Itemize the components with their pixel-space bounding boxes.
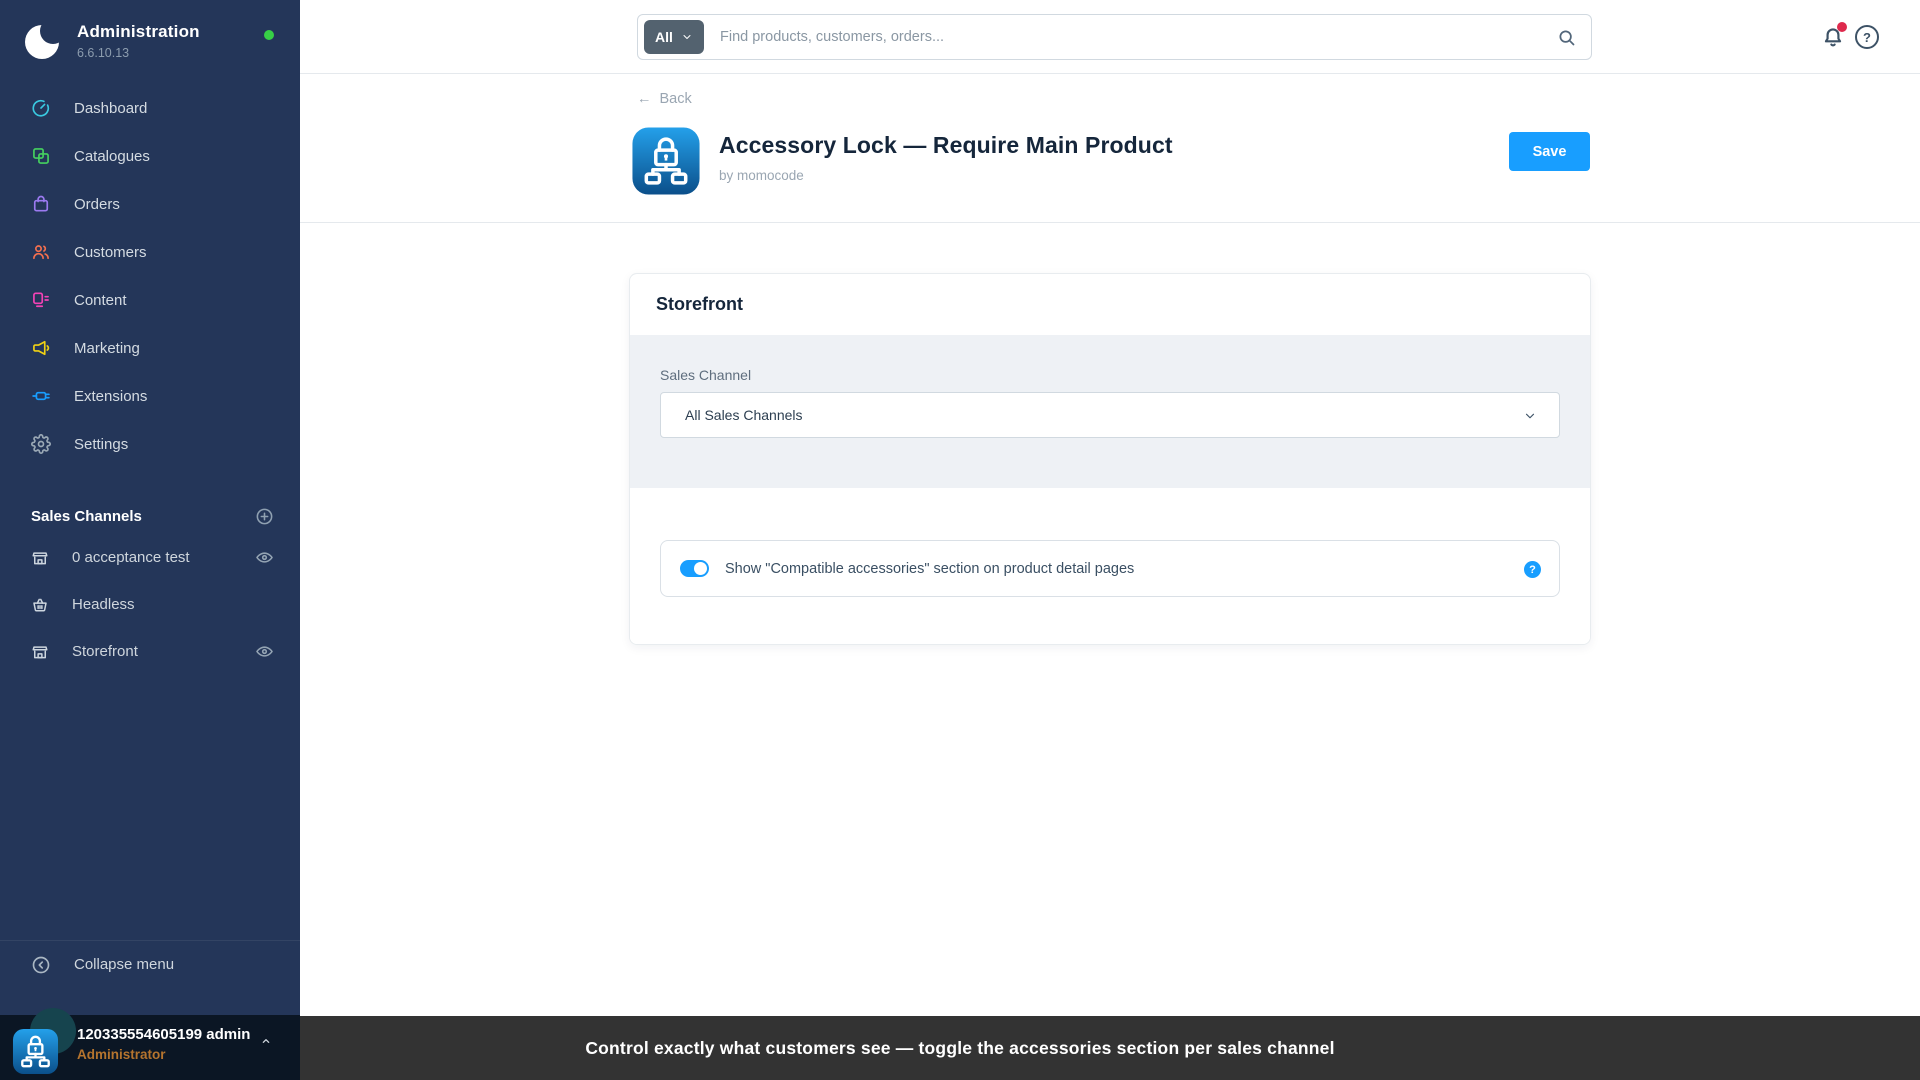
app-version: 6.6.10.13 bbox=[77, 46, 130, 60]
accessory-lock-plugin-icon bbox=[12, 1028, 59, 1075]
add-sales-channel-button[interactable] bbox=[255, 507, 274, 526]
gauge-icon bbox=[31, 98, 51, 118]
sidebar-item-catalogues[interactable]: Catalogues bbox=[0, 132, 300, 180]
sidebar-item-label: Customers bbox=[74, 243, 147, 261]
collapse-menu-button[interactable]: Collapse menu bbox=[0, 940, 300, 988]
card-title: Storefront bbox=[656, 294, 743, 314]
card-header: Storefront bbox=[630, 274, 1590, 335]
toggle-knob bbox=[694, 562, 707, 575]
main-nav: Dashboard Catalogues Orders Customers Co… bbox=[0, 84, 300, 468]
catalogues-icon bbox=[31, 146, 51, 166]
sidebar-item-settings[interactable]: Settings bbox=[0, 420, 300, 468]
megaphone-icon bbox=[31, 338, 51, 358]
storefront-icon bbox=[31, 549, 49, 567]
sidebar-item-marketing[interactable]: Marketing bbox=[0, 324, 300, 372]
chevron-down-icon bbox=[683, 35, 691, 39]
sales-channels-title: Sales Channels bbox=[31, 507, 142, 525]
sidebar-item-orders[interactable]: Orders bbox=[0, 180, 300, 228]
search-icon[interactable] bbox=[1556, 27, 1577, 48]
main-content: Storefront Sales Channel All Sales Chann… bbox=[300, 223, 1920, 1016]
notification-badge bbox=[1837, 22, 1847, 32]
show-accessories-setting: Show "Compatible accessories" section on… bbox=[660, 540, 1560, 597]
channel-label: Storefront bbox=[72, 643, 138, 660]
save-button[interactable]: Save bbox=[1509, 132, 1590, 171]
shopping-bag-icon bbox=[31, 194, 51, 214]
toggle-section: Show "Compatible accessories" section on… bbox=[630, 488, 1590, 644]
sidebar-item-label: Dashboard bbox=[74, 99, 148, 117]
show-accessories-toggle[interactable] bbox=[680, 560, 709, 577]
chevron-down-icon bbox=[1523, 409, 1537, 423]
sidebar-item-extensions[interactable]: Extensions bbox=[0, 372, 300, 420]
notifications-button[interactable] bbox=[1820, 22, 1847, 50]
sidebar-item-label: Catalogues bbox=[74, 147, 150, 165]
sidebar-item-label: Settings bbox=[74, 435, 129, 453]
plugin-author: by momocode bbox=[719, 168, 804, 183]
eye-icon[interactable] bbox=[255, 642, 274, 661]
user-name: 120335554605199 admin ... bbox=[77, 1026, 255, 1043]
sidebar-item-customers[interactable]: Customers bbox=[0, 228, 300, 276]
sales-channel-value: All Sales Channels bbox=[685, 407, 803, 423]
search-scope-dropdown[interactable]: All bbox=[644, 20, 704, 54]
accessory-lock-plugin-icon bbox=[632, 127, 700, 195]
gear-icon bbox=[31, 434, 51, 454]
eye-icon[interactable] bbox=[255, 548, 274, 567]
storefront-icon bbox=[31, 643, 49, 661]
storefront-config-card: Storefront Sales Channel All Sales Chann… bbox=[629, 273, 1591, 645]
channel-label: Headless bbox=[72, 596, 135, 613]
help-bubble-icon[interactable]: ? bbox=[1524, 561, 1541, 578]
arrow-left-icon: ← bbox=[637, 91, 652, 107]
help-button[interactable]: ? bbox=[1855, 25, 1879, 49]
user-role: Administrator bbox=[77, 1047, 166, 1062]
user-menu[interactable]: 120335554605199 admin ... Administrator bbox=[0, 1008, 300, 1080]
sidebar-item-label: Marketing bbox=[74, 339, 140, 357]
search-scope-label: All bbox=[655, 29, 673, 45]
layout-icon bbox=[31, 290, 51, 310]
plug-icon bbox=[31, 386, 51, 406]
sales-channel-label: Sales Channel bbox=[660, 367, 752, 383]
brand[interactable]: Administration 6.6.10.13 bbox=[0, 0, 300, 62]
sidebar-item-dashboard[interactable]: Dashboard bbox=[0, 84, 300, 132]
sidebar-item-content[interactable]: Content bbox=[0, 276, 300, 324]
sidebar-channel-storefront[interactable]: Storefront bbox=[0, 628, 300, 675]
sidebar-item-label: Extensions bbox=[74, 387, 148, 405]
chevron-left-circle-icon bbox=[32, 956, 50, 973]
shopware-logo bbox=[25, 22, 62, 59]
online-status-dot bbox=[264, 30, 274, 40]
search-input[interactable] bbox=[720, 15, 1520, 59]
channel-label: 0 acceptance test bbox=[72, 549, 190, 566]
sidebar-item-label: Content bbox=[74, 291, 127, 309]
sales-channel-select[interactable]: All Sales Channels bbox=[660, 392, 1560, 438]
question-mark-icon: ? bbox=[1855, 25, 1879, 49]
sidebar-channel-acceptance-test[interactable]: 0 acceptance test bbox=[0, 534, 300, 581]
page-title: Accessory Lock — Require Main Product bbox=[719, 132, 1173, 158]
sales-channel-section: Sales Channel All Sales Channels bbox=[630, 335, 1590, 488]
users-icon bbox=[31, 242, 51, 262]
app-title: Administration bbox=[77, 22, 200, 41]
sidebar-channel-headless[interactable]: Headless bbox=[0, 581, 300, 628]
toggle-label: Show "Compatible accessories" section on… bbox=[725, 560, 1135, 577]
sidebar-item-label: Orders bbox=[74, 195, 120, 213]
chevron-up-icon bbox=[258, 1033, 274, 1049]
top-bar: All ? bbox=[300, 0, 1920, 74]
basket-icon bbox=[31, 596, 49, 614]
toast-message: Control exactly what customers see — tog… bbox=[585, 1037, 1335, 1058]
collapse-menu-label: Collapse menu bbox=[74, 956, 175, 973]
back-label: Back bbox=[659, 91, 692, 107]
global-search: All bbox=[637, 14, 1592, 60]
back-button[interactable]: ← Back bbox=[637, 91, 692, 107]
page-header: ← Back Accessory Lock — Require Main Pro… bbox=[300, 74, 1920, 223]
sales-channels-header: Sales Channels bbox=[0, 498, 300, 534]
sidebar: Administration 6.6.10.13 Dashboard Catal… bbox=[0, 0, 300, 1080]
